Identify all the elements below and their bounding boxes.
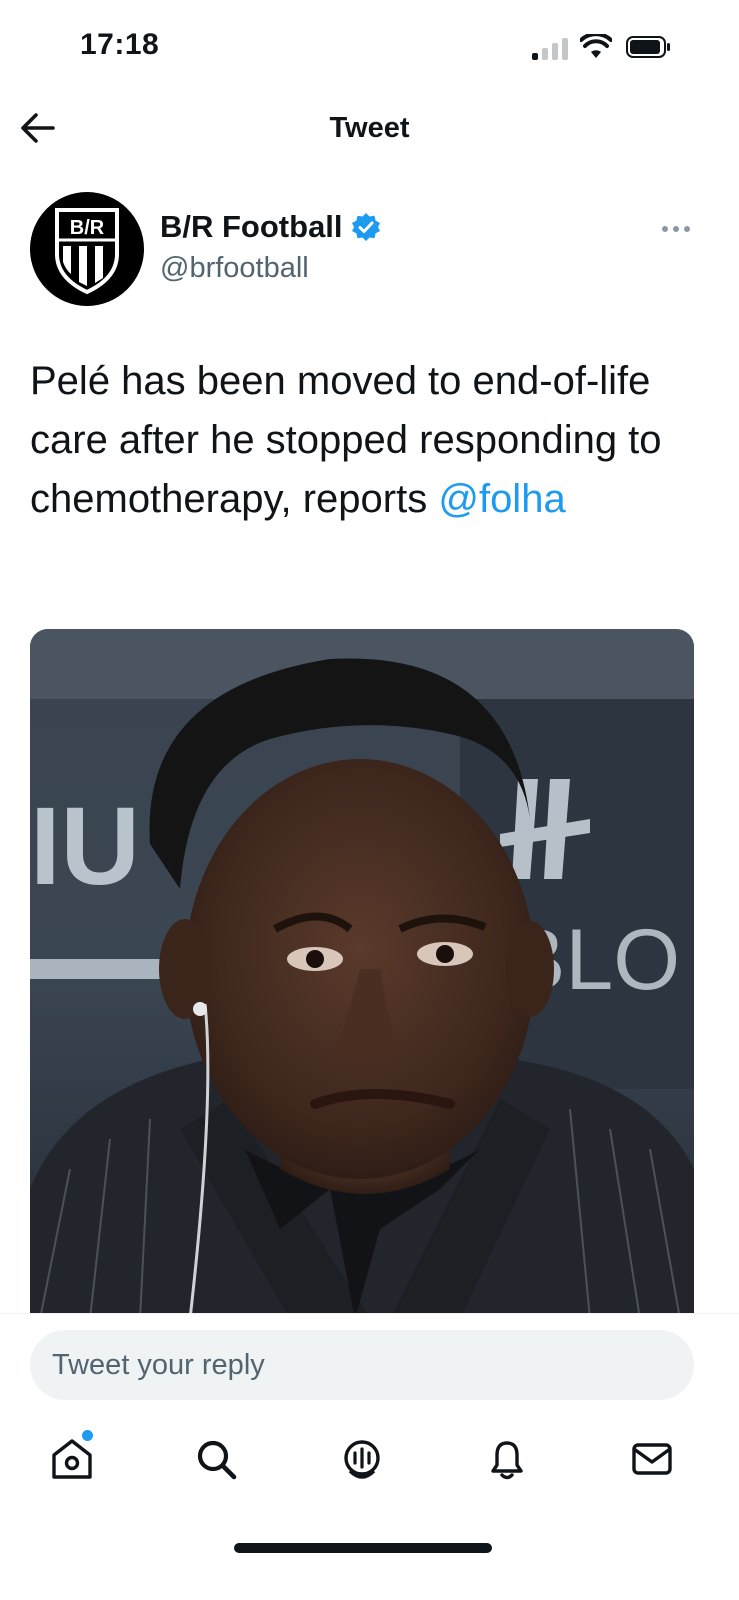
home-icon	[52, 1439, 92, 1479]
author-name: B/R Football	[160, 209, 343, 244]
spaces-icon	[344, 1440, 380, 1479]
battery-icon	[626, 36, 670, 58]
mention-link[interactable]: @folha	[438, 477, 565, 521]
svg-text:IU: IU	[30, 785, 140, 908]
tweet-body: Pelé has been moved to end-of-life care …	[30, 359, 662, 521]
tweet-text: Pelé has been moved to end-of-life care …	[30, 352, 710, 529]
tab-messages[interactable]	[628, 1435, 676, 1483]
author-handle: @brfootball	[160, 252, 309, 284]
tab-spaces[interactable]	[338, 1435, 386, 1483]
portrait-illustration: IU BLO	[30, 629, 694, 1319]
verified-badge-icon	[351, 213, 380, 241]
page-title: Tweet	[329, 112, 410, 144]
status-time: 17:18	[80, 28, 160, 61]
notification-dot	[82, 1430, 93, 1441]
wifi-icon	[580, 34, 612, 58]
cellular-signal-icon	[532, 36, 568, 60]
tweet-photo[interactable]: IU BLO	[30, 629, 694, 1319]
avatar[interactable]: B/R	[30, 192, 144, 306]
author-name-row[interactable]: B/R Football	[160, 209, 381, 245]
br-shield-logo: B/R	[55, 208, 119, 295]
home-indicator	[234, 1543, 492, 1553]
search-icon	[197, 1440, 237, 1480]
tab-notifications[interactable]	[483, 1435, 531, 1483]
mail-icon	[632, 1443, 672, 1475]
tab-search[interactable]	[192, 1435, 240, 1483]
reply-input[interactable]	[30, 1330, 694, 1400]
more-options-icon[interactable]	[660, 222, 692, 236]
reply-bar	[0, 1313, 739, 1414]
tab-home[interactable]	[48, 1435, 96, 1483]
svg-text:B/R: B/R	[70, 217, 105, 239]
bell-icon	[491, 1441, 523, 1480]
